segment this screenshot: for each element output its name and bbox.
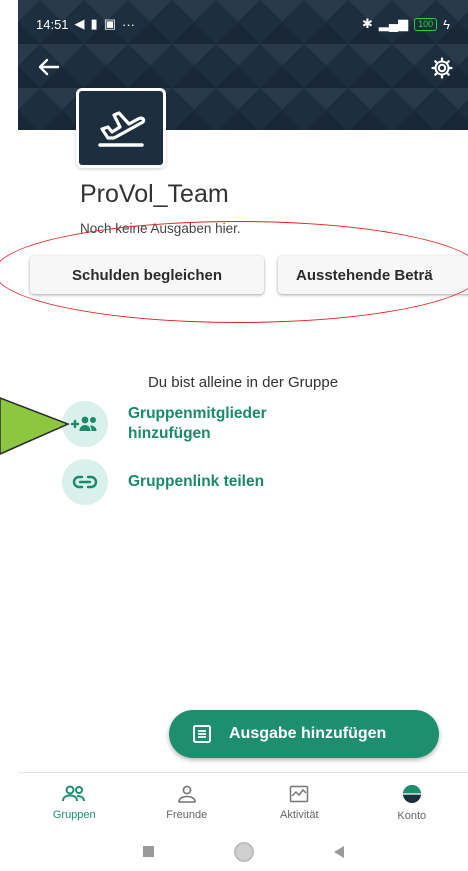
image-notification-icon: ▣ [103,16,116,31]
add-members-label-line1: Gruppenmitglieder [128,405,267,422]
tab-friends-label: Freunde [166,809,208,821]
no-expenses-text: Noch keine Ausgaben hier. [80,221,241,236]
tab-activity-label: Aktivität [279,809,319,821]
group-avatar[interactable] [76,88,166,168]
signal-icon: ▂▄▆ [378,16,409,31]
system-navigation-bar [18,832,468,871]
tab-activity[interactable]: Aktivität [243,773,356,833]
bottom-navigation: Gruppen Freunde Aktivität Konto [18,772,468,833]
app-window: 14:51 ◀ ▮ ▣ ··· ✱ ▂▄▆ 100 ϟ ProVol_Team … [18,0,468,871]
charging-icon: ϟ [443,16,450,32]
add-expense-button[interactable]: Ausgabe hinzufügen [169,710,439,758]
more-notifications: ··· [122,16,135,32]
tab-friends[interactable]: Freunde [131,773,244,833]
share-link-label: Gruppenlink teilen [128,473,265,490]
group-icon [62,785,86,802]
trash-notification-icon: ▮ [90,16,98,31]
add-members-label-line2: hinzufügen [128,425,211,442]
account-icon [402,785,421,803]
back-system-icon[interactable] [333,845,344,858]
bluetooth-icon: ✱ [361,16,373,31]
clock: 14:51 [36,16,69,32]
home-icon[interactable] [233,841,254,862]
alone-in-group-message: Du bist alleine in der Gruppe [147,374,339,391]
link-icon [62,459,108,505]
tab-groups[interactable]: Gruppen [18,773,131,833]
receipt-icon [191,723,213,745]
group-name: ProVol_Team [80,180,229,208]
tab-account[interactable]: Konto [356,773,468,833]
left-margin [0,0,18,871]
tab-account-label: Konto [397,810,427,822]
recent-apps-icon[interactable] [142,846,154,857]
status-bar: 14:51 ◀ ▮ ▣ ··· ✱ ▂▄▆ 100 ϟ [36,14,450,34]
back-arrow-icon[interactable] [36,54,62,80]
airplane-icon [98,111,146,147]
settings-gear-icon[interactable] [430,56,454,80]
tab-groups-label: Gruppen [52,809,96,821]
person-icon [177,785,196,803]
pending-amounts-button[interactable]: Ausstehende Beträ [278,256,468,294]
add-group-members-action[interactable]: Gruppenmitglieder hinzufügen [62,401,267,447]
settle-debts-button[interactable]: Schulden begleichen [30,256,264,294]
add-members-icon [62,401,108,447]
activity-icon [290,785,309,803]
share-group-link-action[interactable]: Gruppenlink teilen [62,459,264,505]
screen: 14:51 ◀ ▮ ▣ ··· ✱ ▂▄▆ 100 ϟ ProVol_Team … [0,0,468,871]
navigation-icon: ◀ [74,16,85,31]
battery-indicator: 100 [414,17,438,31]
add-expense-label: Ausgabe hinzufügen [229,725,387,742]
